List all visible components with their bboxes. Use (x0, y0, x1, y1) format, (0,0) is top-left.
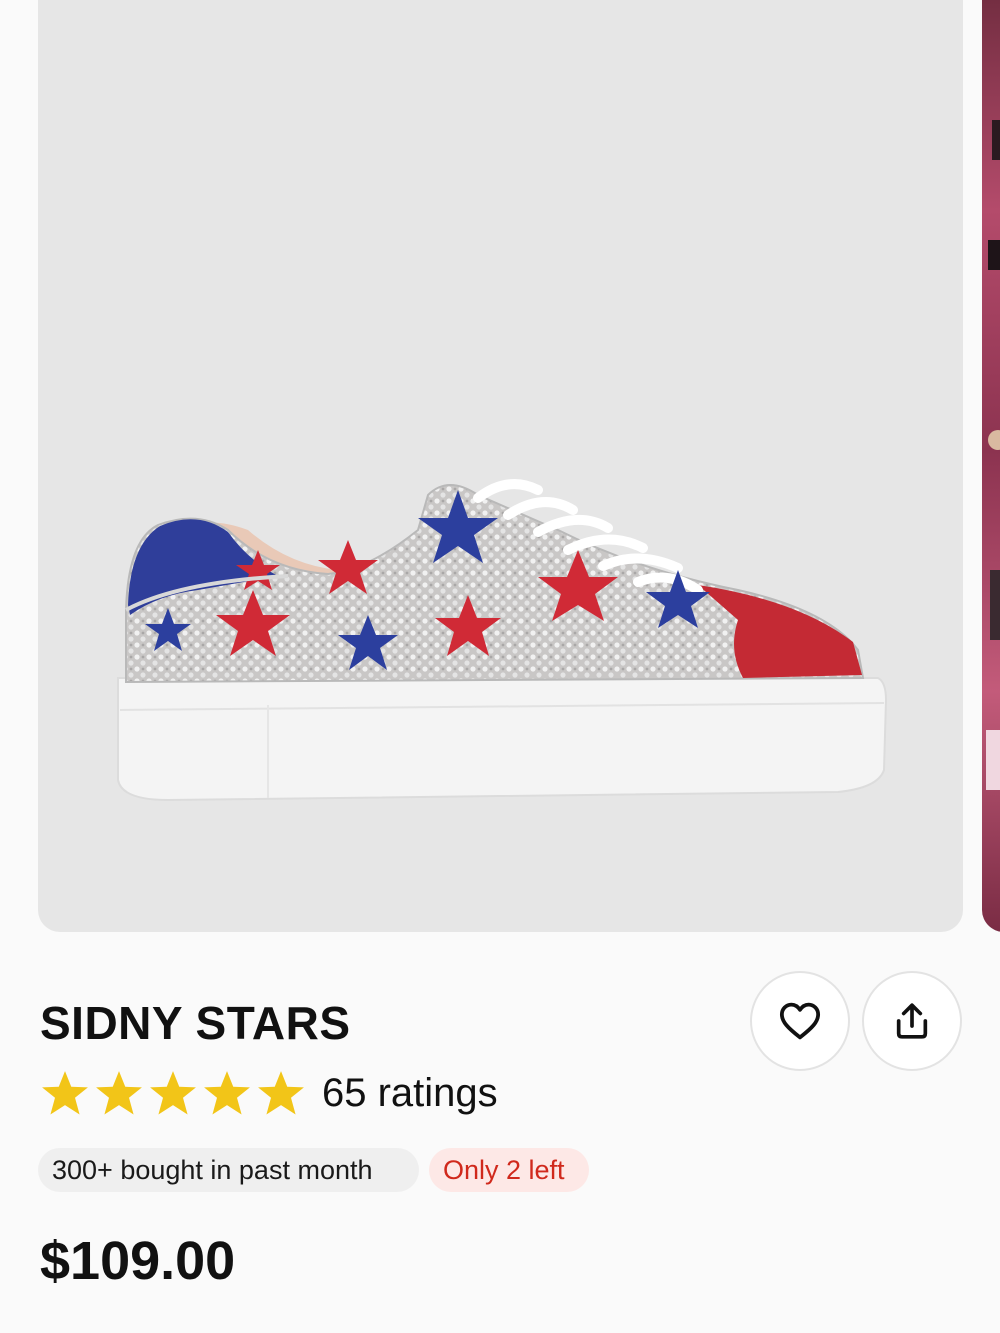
rating-summary[interactable]: 65 ratings (40, 1068, 498, 1118)
purchase-count-badge: 300+ bought in past month (38, 1148, 419, 1192)
star-icon (258, 1071, 304, 1115)
share-icon (896, 1003, 928, 1039)
star-icon (150, 1071, 196, 1115)
share-button[interactable] (862, 971, 962, 1071)
star-rating (40, 1069, 306, 1117)
product-image[interactable] (38, 0, 963, 932)
product-image-gallery[interactable] (0, 0, 1000, 935)
low-stock-badge: Only 2 left (429, 1148, 589, 1192)
star-icon (204, 1071, 250, 1115)
ratings-count[interactable]: 65 ratings (322, 1071, 498, 1116)
next-image-preview (986, 120, 1000, 790)
star-icon (96, 1071, 142, 1115)
heart-icon (779, 1002, 821, 1040)
next-product-image[interactable] (982, 0, 1000, 932)
product-price: $109.00 (40, 1231, 236, 1291)
product-title: SIDNY STARS (40, 997, 351, 1049)
wishlist-button[interactable] (750, 971, 850, 1071)
star-icon (42, 1071, 88, 1115)
sneaker-image (117, 479, 888, 802)
